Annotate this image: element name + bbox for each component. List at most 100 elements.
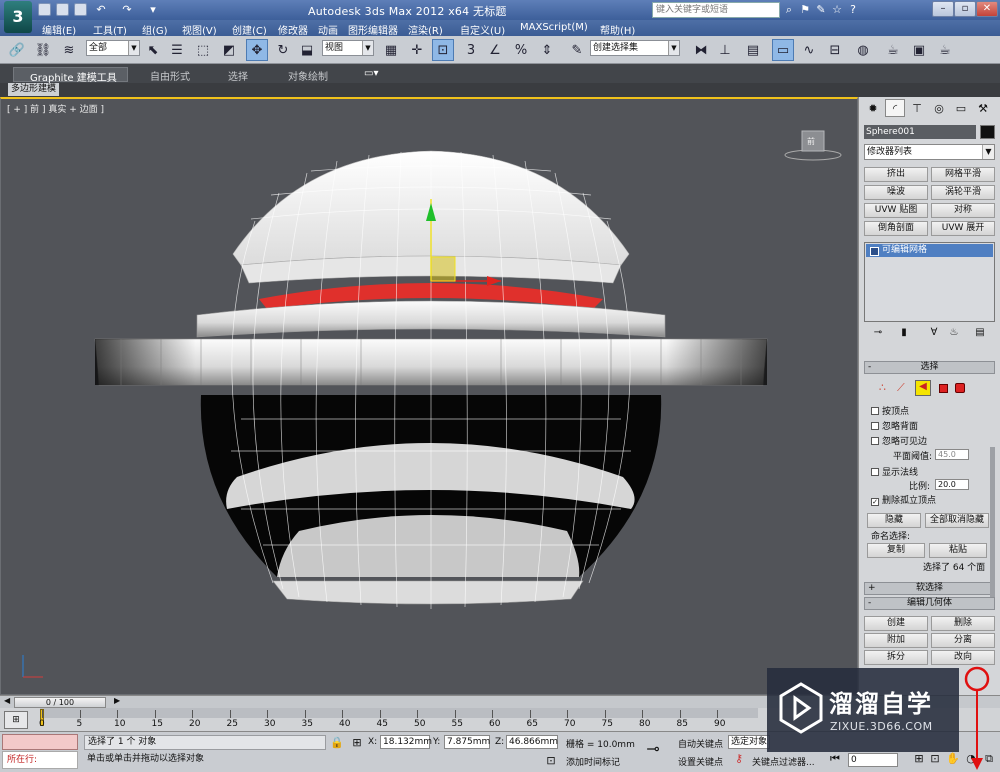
auto-key-button[interactable]: 自动关键点 bbox=[678, 737, 723, 750]
menu-animation[interactable]: 动画 bbox=[318, 22, 338, 37]
tools-icon[interactable]: ✎ bbox=[814, 3, 828, 16]
select-object-icon[interactable]: ⬉ bbox=[142, 39, 164, 61]
selection-filter-dropdown[interactable]: 全部 ▼ bbox=[86, 40, 140, 56]
set-key-icon[interactable]: ⚷ bbox=[732, 752, 746, 766]
modifier-stack[interactable]: 可编辑网格 bbox=[864, 242, 995, 322]
modifier-button-meshsmooth[interactable]: 网格平滑 bbox=[931, 167, 995, 182]
modify-tab-icon[interactable]: ◜ bbox=[885, 99, 905, 117]
menu-graph-editors[interactable]: 图形编辑器 bbox=[348, 22, 398, 37]
object-color-swatch[interactable] bbox=[980, 125, 995, 139]
save-file-icon[interactable] bbox=[74, 3, 87, 16]
orbit-icon[interactable]: ◔ bbox=[964, 752, 978, 766]
key-selection-dropdown[interactable]: 选定对象 bbox=[728, 735, 770, 749]
menu-create[interactable]: 创建(C) bbox=[232, 22, 267, 37]
open-mini-curve-editor-icon[interactable]: ⊞ bbox=[4, 711, 28, 729]
open-file-icon[interactable] bbox=[56, 3, 69, 16]
close-button[interactable]: ✕ bbox=[976, 1, 998, 17]
pan-view-icon[interactable]: ✋ bbox=[946, 752, 960, 766]
search-icon[interactable]: ⌕ bbox=[782, 3, 796, 16]
object-name-field[interactable]: Sphere001 bbox=[864, 125, 976, 139]
selection-rollout-header[interactable]: - 选择 bbox=[864, 361, 995, 374]
delete-isolated-vertices-checkbox[interactable]: ✓ 删除孤立顶点 bbox=[871, 493, 936, 506]
help-icon[interactable]: ? bbox=[846, 3, 860, 16]
y-coordinate-input[interactable]: 7.875mm bbox=[444, 735, 490, 749]
time-slider[interactable]: 0 / 100 bbox=[14, 697, 106, 708]
minimize-button[interactable]: – bbox=[932, 1, 954, 17]
maximize-viewport-icon[interactable]: ⧉ bbox=[982, 752, 996, 766]
menu-modifiers[interactable]: 修改器 bbox=[278, 22, 308, 37]
percent-snap-icon[interactable]: % bbox=[510, 39, 532, 61]
soft-selection-rollout-header[interactable]: + 软选择 bbox=[864, 582, 995, 595]
create-tab-icon[interactable]: ✹ bbox=[863, 99, 883, 117]
render-setup-icon[interactable]: ☕ bbox=[882, 39, 904, 61]
window-crossing-icon[interactable]: ◩ bbox=[218, 39, 240, 61]
time-configuration-icon[interactable]: ⊞ bbox=[912, 752, 926, 766]
menu-edit[interactable]: 编辑(E) bbox=[42, 22, 76, 37]
select-and-move-icon[interactable]: ✥ bbox=[246, 39, 268, 61]
by-vertex-checkbox[interactable]: 按顶点 bbox=[871, 404, 909, 417]
polygon-subobject-icon[interactable] bbox=[939, 384, 948, 393]
hierarchy-tab-icon[interactable]: ⊤ bbox=[907, 99, 927, 117]
element-subobject-icon[interactable] bbox=[955, 383, 965, 393]
unlink-icon[interactable]: ⛓ bbox=[32, 39, 54, 61]
layer-manager-icon[interactable]: ▤ bbox=[742, 39, 764, 61]
modifier-list-dropdown[interactable]: 修改器列表 ▼ bbox=[864, 144, 995, 160]
zoom-extents-icon[interactable]: ⊡ bbox=[928, 752, 942, 766]
x-coordinate-input[interactable]: 18.132mm bbox=[380, 735, 432, 749]
select-by-name-icon[interactable]: ☰ bbox=[166, 39, 188, 61]
unhide-all-button[interactable]: 全部取消隐藏 bbox=[925, 513, 989, 528]
detach-button[interactable]: 分离 bbox=[931, 633, 995, 648]
menu-tools[interactable]: 工具(T) bbox=[93, 22, 127, 37]
select-and-manipulate-icon[interactable]: ✛ bbox=[406, 39, 428, 61]
tab-selection[interactable]: 选择 bbox=[228, 68, 248, 83]
menu-group[interactable]: 组(G) bbox=[142, 22, 168, 37]
restore-button[interactable]: ▫ bbox=[954, 1, 976, 17]
copy-selection-button[interactable]: 复制 bbox=[867, 543, 925, 558]
favorites-icon[interactable]: ☆ bbox=[830, 3, 844, 16]
menu-customize[interactable]: 自定义(U) bbox=[460, 22, 505, 37]
time-slider-next-icon[interactable]: ▶ bbox=[114, 696, 120, 705]
remove-modifier-icon[interactable]: ♨ bbox=[947, 327, 961, 339]
time-slider-prev-icon[interactable]: ◀ bbox=[4, 696, 10, 705]
viewport-label[interactable]: [ + ] 前 ] 真实 + 边面 ] bbox=[7, 102, 104, 115]
snap-toggle-icon[interactable]: 3 bbox=[460, 39, 482, 61]
planar-threshold-input[interactable]: 45.0 bbox=[935, 449, 969, 460]
select-and-scale-icon[interactable]: ⬓ bbox=[296, 39, 318, 61]
hide-button[interactable]: 隐藏 bbox=[867, 513, 921, 528]
spinner-snap-icon[interactable]: ⇕ bbox=[536, 39, 558, 61]
ignore-visible-edges-checkbox[interactable]: 忽略可见边 bbox=[871, 434, 927, 447]
lock-selection-icon[interactable]: 🔒 bbox=[330, 736, 344, 750]
edge-subobject-icon[interactable]: ⟋ bbox=[897, 381, 905, 395]
scale-input[interactable]: 20.0 bbox=[935, 479, 969, 490]
face-subobject-icon[interactable]: ◀ bbox=[915, 380, 931, 396]
reference-coordinate-dropdown[interactable]: 视图 ▼ bbox=[322, 40, 374, 56]
command-panel-scrollbar[interactable] bbox=[990, 447, 995, 597]
make-unique-icon[interactable]: ∀ bbox=[927, 327, 941, 339]
show-end-result-icon[interactable]: ▮ bbox=[897, 327, 911, 339]
adaptive-degradation-icon[interactable]: ⊡ bbox=[544, 754, 558, 768]
ignore-backfacing-checkbox[interactable]: 忽略背面 bbox=[871, 419, 918, 432]
key-mode-icon[interactable]: ⊸ bbox=[646, 741, 660, 757]
z-coordinate-input[interactable]: 46.866mm bbox=[506, 735, 558, 749]
menu-views[interactable]: 视图(V) bbox=[182, 22, 217, 37]
modifier-button-extrude[interactable]: 挤出 bbox=[864, 167, 928, 182]
edit-geometry-rollout-header[interactable]: - 编辑几何体 bbox=[864, 597, 995, 610]
render-production-icon[interactable]: ☕ bbox=[934, 39, 956, 61]
angle-snap-icon[interactable]: ∠ bbox=[484, 39, 506, 61]
viewport-canvas[interactable] bbox=[1, 99, 857, 695]
mirror-icon[interactable]: ⧓ bbox=[690, 39, 712, 61]
tab-graphite-modeling[interactable]: Graphite 建模工具 bbox=[13, 67, 128, 84]
divide-button[interactable]: 拆分 bbox=[864, 650, 928, 665]
select-and-rotate-icon[interactable]: ↻ bbox=[272, 39, 294, 61]
menu-help[interactable]: 帮助(H) bbox=[600, 22, 635, 37]
3ds-max-logo-icon[interactable]: 3 bbox=[4, 1, 32, 33]
modifier-button-unwrap-uvw[interactable]: UVW 展开 bbox=[931, 221, 995, 236]
material-editor-icon[interactable]: ◍ bbox=[852, 39, 874, 61]
tab-freeform[interactable]: 自由形式 bbox=[150, 68, 190, 83]
key-filters-button[interactable]: 关键点过滤器... bbox=[752, 755, 815, 768]
delete-button[interactable]: 删除 bbox=[931, 616, 995, 631]
go-to-start-icon[interactable]: ⏮ bbox=[828, 752, 842, 766]
graphite-toggle-icon[interactable]: ▭ bbox=[772, 39, 794, 61]
bind-space-warp-icon[interactable]: ≋ bbox=[58, 39, 80, 61]
front-viewport[interactable]: [ + ] 前 ] 真实 + 边面 ] 前 bbox=[0, 97, 858, 695]
